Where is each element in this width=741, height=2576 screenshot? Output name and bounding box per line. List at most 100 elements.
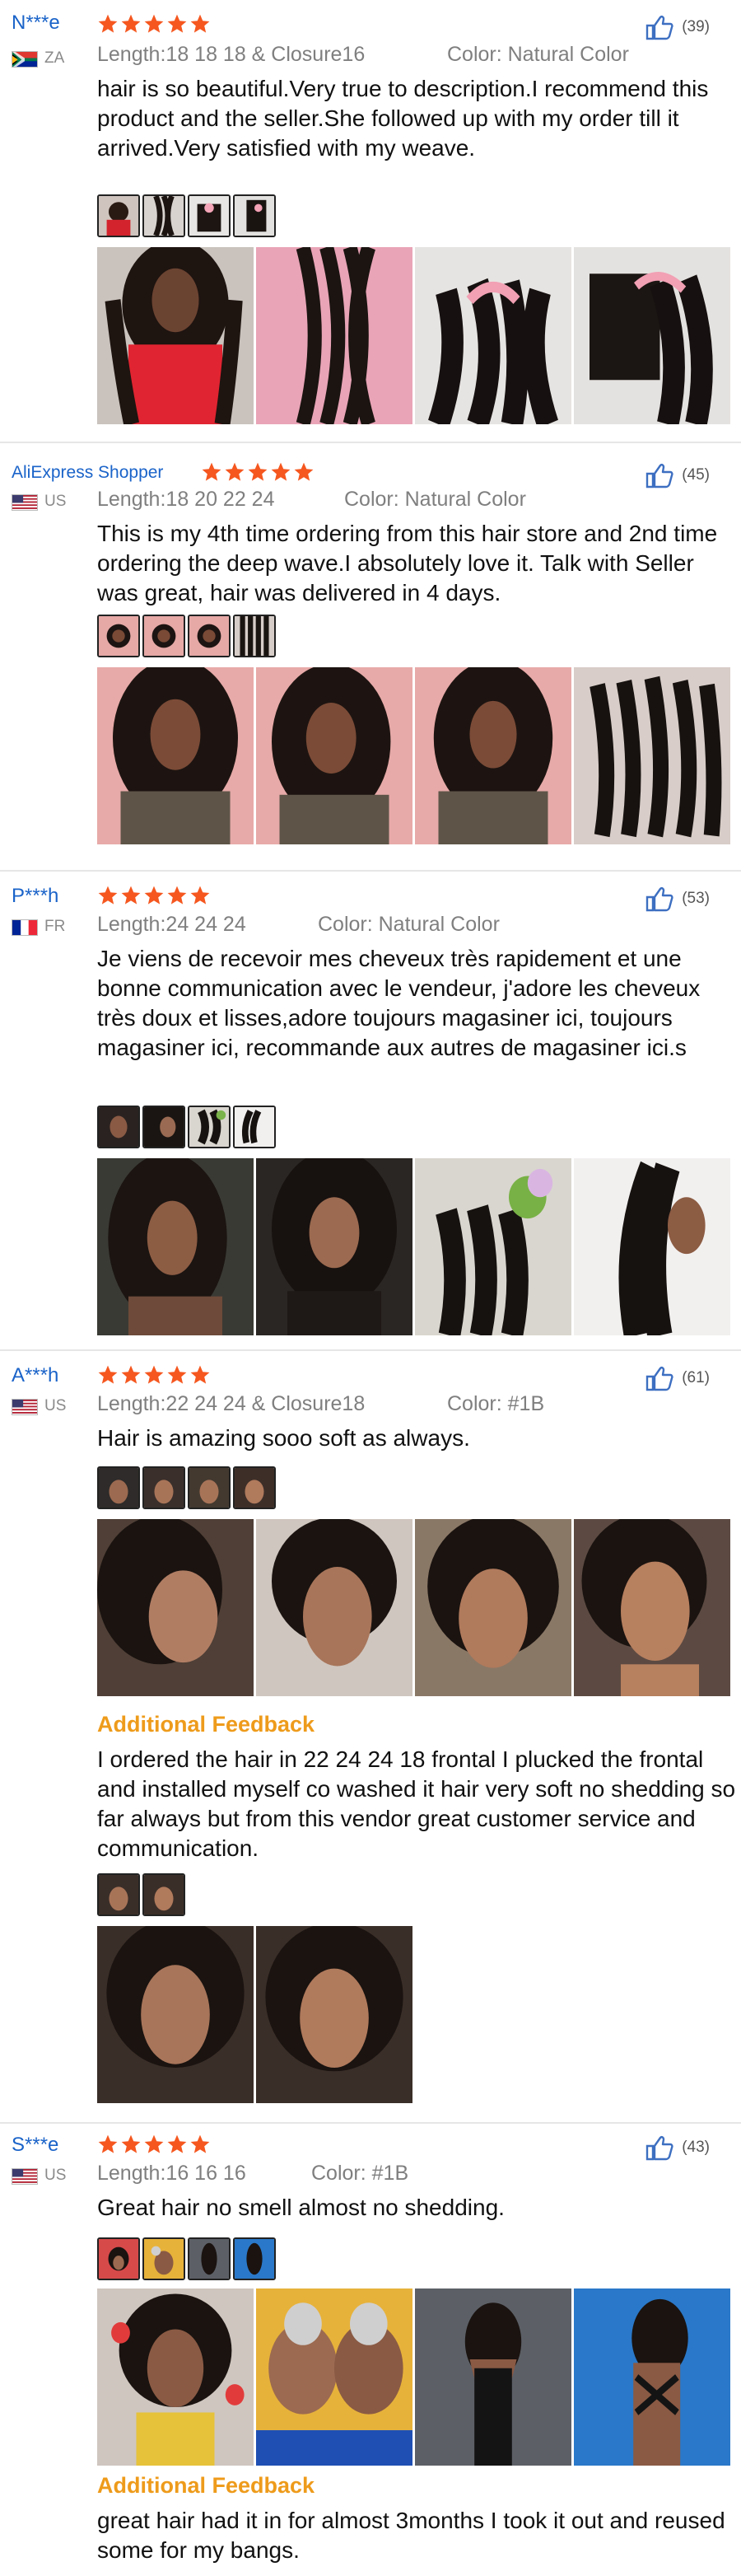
thumbnail[interactable] — [97, 1873, 140, 1916]
thumbnail[interactable] — [142, 615, 185, 657]
review-divider — [0, 870, 741, 872]
thumbnail[interactable] — [142, 1873, 185, 1916]
helpful-count: (45) — [682, 466, 710, 484]
thumbnail-strip — [97, 1466, 276, 1509]
review-photo[interactable] — [97, 1519, 254, 1696]
helpful-button[interactable]: (43) — [644, 2134, 710, 2162]
star-icon — [190, 1365, 210, 1384]
star-icon — [98, 2134, 118, 2153]
reviewer-name[interactable]: AliExpress Shopper — [12, 463, 163, 483]
country-code: FR — [44, 918, 66, 935]
thumbnail[interactable] — [142, 194, 185, 237]
reviewer-name[interactable]: P***h — [12, 885, 58, 908]
thumbs-up-icon — [646, 1366, 673, 1391]
review-text: This is my 4th time ordering from this h… — [97, 521, 718, 605]
star-icon — [167, 2134, 187, 2153]
thumbnail[interactable] — [188, 2237, 231, 2280]
star-icon — [121, 1365, 141, 1384]
thumbnail[interactable] — [97, 2237, 140, 2280]
color-info: Color: Natural Color — [344, 488, 526, 511]
thumbnail[interactable] — [142, 1466, 185, 1509]
review-photo[interactable] — [256, 1926, 412, 2103]
photo-gallery — [97, 2288, 730, 2466]
thumbnail[interactable] — [233, 1106, 276, 1148]
review-photo[interactable] — [415, 1158, 571, 1335]
star-icon — [98, 1365, 118, 1384]
review-photo[interactable] — [574, 1519, 730, 1696]
reviewer-name[interactable]: S***e — [12, 2134, 58, 2157]
thumbnail[interactable] — [188, 615, 231, 657]
thumbs-up-icon — [646, 15, 673, 40]
flag-icon — [12, 2168, 38, 2185]
rating-stars — [97, 13, 211, 36]
country-code: ZA — [44, 49, 65, 67]
helpful-count: (43) — [682, 2139, 710, 2156]
reviewer-name[interactable]: N***e — [12, 12, 60, 35]
helpful-count: (39) — [682, 18, 710, 35]
review-photo[interactable] — [415, 1519, 571, 1696]
review-photo[interactable] — [574, 667, 730, 844]
helpful-button[interactable]: (61) — [644, 1364, 710, 1392]
review-photo[interactable] — [97, 247, 254, 424]
review-photo[interactable] — [256, 1519, 412, 1696]
thumbnail-strip — [97, 1106, 276, 1148]
helpful-button[interactable]: (45) — [644, 461, 710, 489]
star-icon — [271, 462, 291, 481]
thumbnail[interactable] — [97, 194, 140, 237]
color-info: Color: #1B — [447, 1392, 545, 1415]
review-photo[interactable] — [97, 2288, 254, 2466]
review-photo[interactable] — [256, 667, 412, 844]
review-photo[interactable] — [415, 247, 571, 424]
flag-icon — [12, 51, 38, 68]
thumbnail[interactable] — [188, 1106, 231, 1148]
review-photo[interactable] — [415, 667, 571, 844]
flag-icon — [12, 919, 38, 936]
review-photo[interactable] — [256, 247, 412, 424]
review-photo[interactable] — [97, 667, 254, 844]
star-icon — [225, 462, 245, 481]
star-icon — [144, 1365, 164, 1384]
star-icon — [98, 14, 118, 33]
thumbnail-strip — [97, 1873, 185, 1916]
reviewer-name[interactable]: A***h — [12, 1364, 58, 1387]
review-photo[interactable] — [415, 2288, 571, 2466]
thumbnail[interactable] — [233, 194, 276, 237]
review-photo[interactable] — [574, 1158, 730, 1335]
review-photo[interactable] — [574, 247, 730, 424]
length-info: Length:16 16 16 — [97, 2162, 246, 2185]
thumbnail[interactable] — [233, 2237, 276, 2280]
review-photo[interactable] — [97, 1926, 254, 2103]
star-icon — [98, 886, 118, 905]
sku-info: Length:24 24 24 Color: Natural Color — [97, 913, 500, 937]
helpful-count: (53) — [682, 890, 710, 907]
review-photo[interactable] — [256, 1158, 412, 1335]
thumbnail[interactable] — [97, 1106, 140, 1148]
review-divider — [0, 2122, 741, 2124]
length-info: Length:18 18 18 & Closure16 — [97, 43, 366, 66]
helpful-button[interactable]: (39) — [644, 13, 710, 41]
review-photo[interactable] — [574, 2288, 730, 2466]
length-info: Length:18 20 22 24 — [97, 488, 275, 511]
photo-gallery — [97, 667, 730, 844]
helpful-count: (61) — [682, 1369, 710, 1386]
thumbnail[interactable] — [233, 1466, 276, 1509]
sku-info: Length:22 24 24 & Closure18 Color: #1B — [97, 1392, 544, 1416]
star-icon — [121, 2134, 141, 2153]
flag-icon — [12, 1399, 38, 1415]
thumbnail[interactable] — [188, 1466, 231, 1509]
sku-info: Length:18 18 18 & Closure16 Color: Natur… — [97, 43, 629, 67]
review-photo[interactable] — [97, 1158, 254, 1335]
thumbnail[interactable] — [233, 615, 276, 657]
star-icon — [202, 462, 221, 481]
photo-gallery — [97, 1519, 730, 1696]
review-photo[interactable] — [256, 2288, 412, 2466]
additional-feedback-text: I ordered the hair in 22 24 24 18 fronta… — [97, 1746, 736, 1861]
star-icon — [294, 462, 314, 481]
thumbnail[interactable] — [142, 1106, 185, 1148]
star-icon — [190, 886, 210, 905]
thumbnail[interactable] — [97, 1466, 140, 1509]
helpful-button[interactable]: (53) — [644, 885, 710, 913]
thumbnail[interactable] — [142, 2237, 185, 2280]
thumbnail[interactable] — [97, 615, 140, 657]
thumbnail[interactable] — [188, 194, 231, 237]
